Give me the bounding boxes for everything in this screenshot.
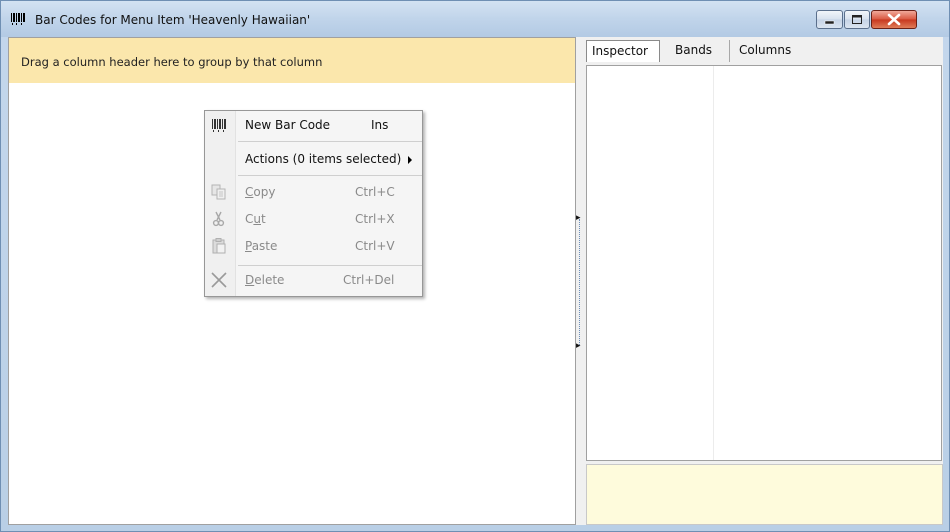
- maximize-button[interactable]: [844, 10, 870, 29]
- group-hint-text: Drag a column header here to group by th…: [21, 55, 323, 69]
- menu-item-shortcut: Ctrl+Del: [343, 273, 395, 287]
- maximize-icon: [852, 15, 862, 24]
- description-panel: [586, 464, 943, 525]
- paste-icon: [212, 238, 226, 254]
- inspector-column-divider[interactable]: [713, 66, 714, 460]
- panel-tabs: Inspector Bands Columns: [586, 37, 943, 62]
- menu-separator: [238, 265, 422, 266]
- delete-x-icon: [211, 272, 227, 288]
- close-icon: [887, 13, 901, 26]
- close-button[interactable]: [871, 10, 917, 29]
- menu-separator: [238, 141, 422, 142]
- scissors-icon: [212, 211, 225, 227]
- splitter-grip[interactable]: [579, 219, 582, 345]
- menu-item-new-bar-code[interactable]: New Bar Code Ins: [205, 114, 422, 136]
- window-title: Bar Codes for Menu Item 'Heavenly Hawaii…: [35, 13, 311, 27]
- menu-item-cut[interactable]: Cut Ctrl+X: [205, 208, 422, 230]
- menu-item-label: Cut: [245, 212, 266, 226]
- menu-item-paste[interactable]: Paste Ctrl+V: [205, 235, 422, 257]
- menu-item-copy[interactable]: Copy Ctrl+C: [205, 181, 422, 203]
- menu-separator: [238, 175, 422, 176]
- menu-item-shortcut: Ins: [371, 118, 389, 132]
- submenu-arrow-icon: [408, 156, 412, 164]
- menu-item-shortcut: Ctrl+C: [355, 185, 395, 199]
- context-menu: New Bar Code Ins Actions (0 items select…: [204, 110, 423, 297]
- right-panel: Inspector Bands Columns: [586, 37, 943, 525]
- title-bar[interactable]: Bar Codes for Menu Item 'Heavenly Hawaii…: [1, 1, 949, 37]
- copy-icon: [211, 184, 226, 200]
- barcode-icon: [11, 13, 25, 25]
- minimize-icon: [824, 20, 835, 25]
- application-window: Bar Codes for Menu Item 'Heavenly Hawaii…: [0, 0, 950, 532]
- client-area: Drag a column header here to group by th…: [8, 37, 943, 525]
- tab-columns[interactable]: Columns: [734, 40, 804, 62]
- menu-item-delete[interactable]: Delete Ctrl+Del: [205, 269, 422, 291]
- panel-splitter[interactable]: ▸ ▸: [576, 37, 585, 525]
- property-inspector[interactable]: [586, 65, 942, 461]
- menu-item-label: Copy: [245, 185, 276, 199]
- barcode-icon: [212, 119, 226, 132]
- menu-item-label: Actions (0 items selected): [245, 152, 402, 166]
- menu-item-label: New Bar Code: [245, 118, 331, 132]
- tab-inspector[interactable]: Inspector: [586, 40, 660, 62]
- menu-item-label: Paste: [245, 239, 278, 253]
- minimize-button[interactable]: [816, 10, 843, 29]
- menu-item-shortcut: Ctrl+X: [355, 212, 395, 226]
- menu-item-shortcut: Ctrl+V: [355, 239, 395, 253]
- menu-item-actions[interactable]: Actions (0 items selected): [205, 148, 422, 170]
- menu-item-label: Delete: [245, 273, 285, 287]
- tab-bands[interactable]: Bands: [670, 40, 730, 62]
- collapse-arrow-icon[interactable]: ▸: [576, 341, 584, 351]
- group-by-panel[interactable]: Drag a column header here to group by th…: [9, 38, 575, 83]
